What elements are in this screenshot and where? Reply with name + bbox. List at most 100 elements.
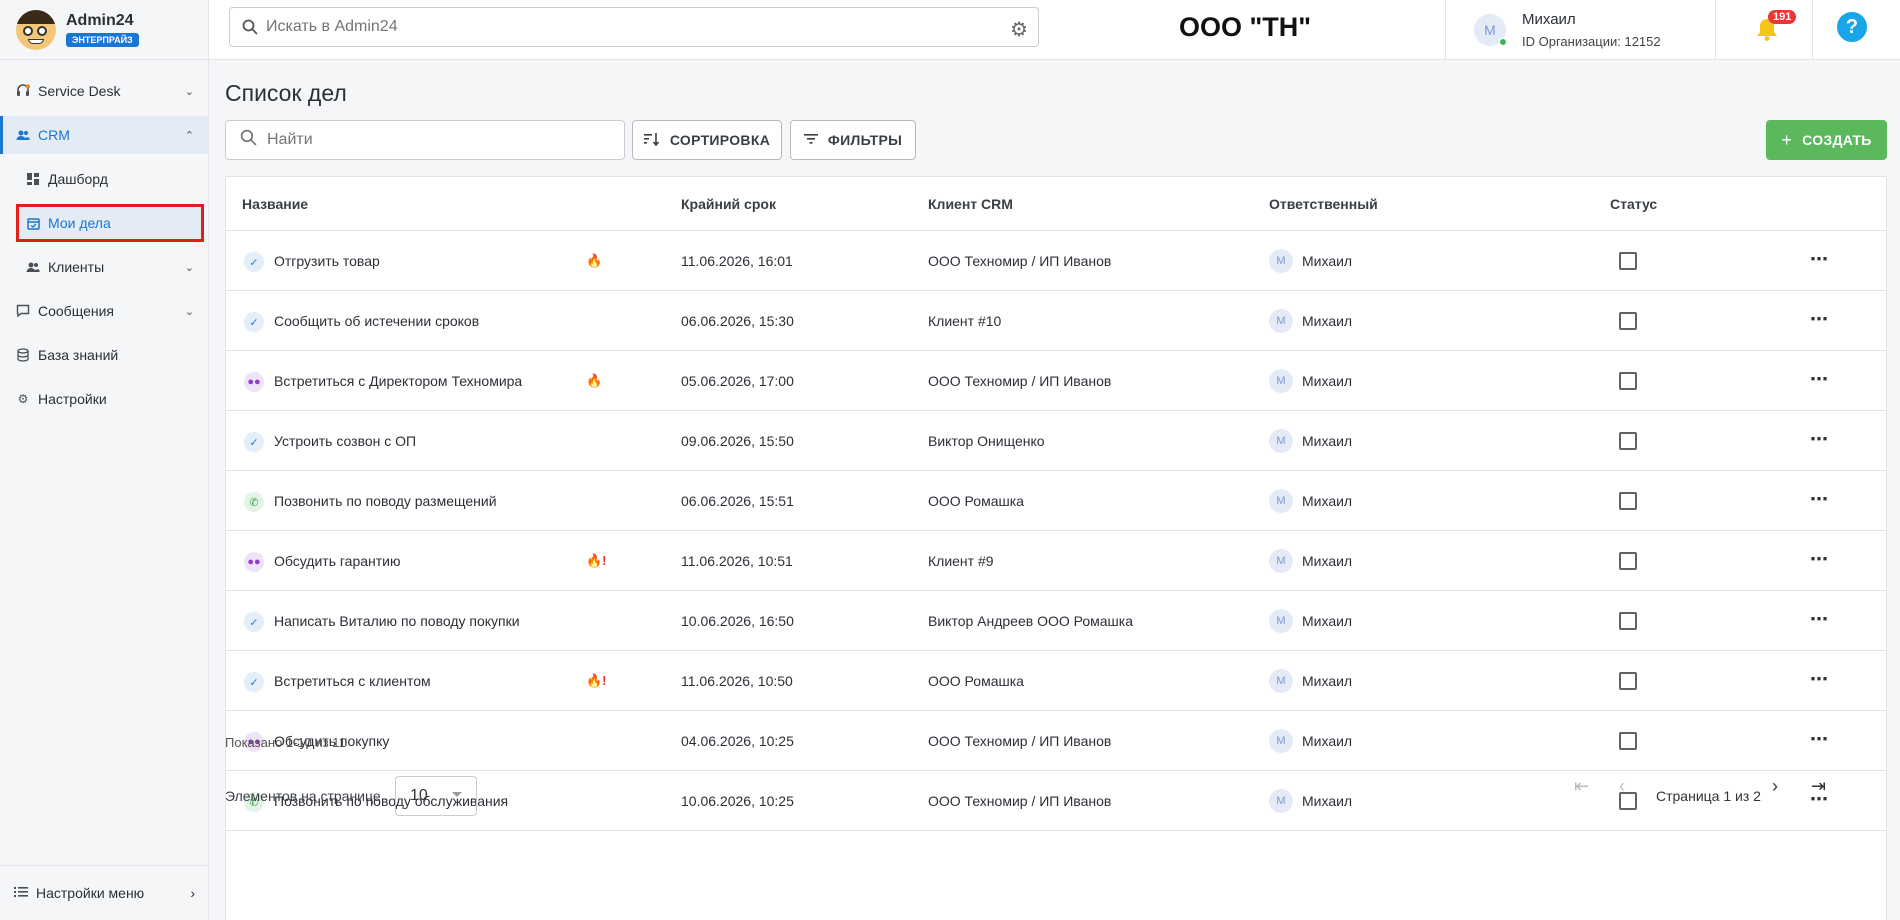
task-responsible: М Михаил: [1269, 249, 1352, 273]
last-page-icon[interactable]: ⇥: [1811, 776, 1826, 797]
sidebar-item-crm[interactable]: CRM ⌃: [0, 116, 208, 154]
status-checkbox[interactable]: [1619, 372, 1637, 390]
table-row[interactable]: ✓ Встретиться с клиентом 🔥! 11.06.2026, 10:…: [226, 651, 1886, 711]
prev-page-icon[interactable]: ‹: [1619, 776, 1625, 797]
status-checkbox[interactable]: [1619, 612, 1637, 630]
sidebar-item-clients[interactable]: Клиенты ⌄: [0, 248, 208, 286]
column-header-deadline[interactable]: Крайний срок: [681, 196, 776, 212]
task-name[interactable]: Обсудить гарантию: [274, 553, 401, 569]
per-page-select[interactable]: 10: [395, 776, 477, 816]
column-header-status[interactable]: Статус: [1610, 196, 1657, 212]
status-checkbox[interactable]: [1619, 492, 1637, 510]
sort-label: СОРТИРОВКА: [669, 132, 771, 148]
task-client[interactable]: Клиент #9: [928, 553, 994, 569]
responsible-name: Михаил: [1302, 493, 1353, 509]
table-row[interactable]: ●● Обсудить покупку 04.06.2026, 10:25 ООО Т…: [226, 711, 1886, 771]
task-client[interactable]: ООО Техномир / ИП Иванов: [928, 733, 1111, 749]
more-actions-icon[interactable]: ⋯: [1810, 249, 1829, 270]
avatar: М: [1269, 369, 1293, 393]
more-actions-icon[interactable]: ⋯: [1810, 429, 1829, 450]
table-row[interactable]: ✓ Написать Виталию по поводу покупки 10.06…: [226, 591, 1886, 651]
task-check-icon: ✓: [244, 612, 264, 632]
task-client[interactable]: Виктор Андреев ООО Ромашка: [928, 613, 1133, 629]
search-settings-gear-icon[interactable]: ⚙: [1010, 17, 1028, 42]
task-name[interactable]: Отгрузить товар: [274, 253, 380, 269]
responsible-name: Михаил: [1302, 253, 1353, 269]
task-name[interactable]: Устроить созвон с ОП: [274, 433, 416, 449]
list-search[interactable]: [225, 120, 625, 160]
first-page-icon[interactable]: ⇤: [1574, 776, 1589, 797]
task-responsible: М Михаил: [1269, 729, 1352, 753]
more-actions-icon[interactable]: ⋯: [1810, 309, 1829, 330]
task-client[interactable]: ООО Ромашка: [928, 493, 1024, 509]
page-indicator: Страница 1 из 2: [1656, 788, 1761, 804]
task-responsible: М Михаил: [1269, 489, 1352, 513]
sort-button[interactable]: СОРТИРОВКА: [632, 120, 782, 160]
sidebar-item-settings[interactable]: ⚙ Настройки: [0, 380, 208, 418]
task-client[interactable]: ООО Ромашка: [928, 673, 1024, 689]
task-client[interactable]: ООО Техномир / ИП Иванов: [928, 253, 1111, 269]
more-actions-icon[interactable]: ⋯: [1810, 549, 1829, 570]
filter-button[interactable]: ФИЛЬТРЫ: [790, 120, 916, 160]
notifications-button[interactable]: 191: [1715, 0, 1813, 60]
avatar: М: [1269, 669, 1293, 693]
user-profile[interactable]: М Михаил ID Организации: 12152: [1445, 0, 1715, 60]
users-icon: [16, 128, 30, 142]
sidebar-item-label: Мои дела: [48, 215, 111, 231]
brand[interactable]: Admin24 ЭНТЕРПРАЙЗ: [0, 0, 208, 60]
column-header-name[interactable]: Название: [242, 196, 308, 212]
task-client[interactable]: ООО Техномир / ИП Иванов: [928, 373, 1111, 389]
more-actions-icon[interactable]: ⋯: [1810, 669, 1829, 690]
status-checkbox[interactable]: [1619, 252, 1637, 270]
more-actions-icon[interactable]: ⋯: [1810, 609, 1829, 630]
status-checkbox[interactable]: [1619, 672, 1637, 690]
sidebar-item-dashboard[interactable]: Дашборд: [0, 160, 208, 198]
table-row[interactable]: ●● Обсудить гарантию 🔥! 11.06.2026, 10:51 Кл…: [226, 531, 1886, 591]
task-name[interactable]: Встретиться с клиентом: [274, 673, 431, 689]
task-name[interactable]: Позвонить по поводу размещений: [274, 493, 497, 509]
sidebar-item-knowledge-base[interactable]: База знаний: [0, 336, 208, 374]
table-row[interactable]: ●● Встретиться с Директором Техномира 🔥 05.…: [226, 351, 1886, 411]
column-header-client[interactable]: Клиент CRM: [928, 196, 1013, 212]
table-row[interactable]: ✆ Позвонить по поводу размещений 06.06.202…: [226, 471, 1886, 531]
menu-settings-button[interactable]: Настройки меню ›: [0, 865, 209, 920]
global-search[interactable]: ⚙: [229, 7, 1039, 47]
more-actions-icon[interactable]: ⋯: [1810, 729, 1829, 750]
create-button[interactable]: + СОЗДАТЬ: [1766, 120, 1887, 160]
task-responsible: М Михаил: [1269, 309, 1352, 333]
status-checkbox[interactable]: [1619, 552, 1637, 570]
table-row[interactable]: ✓ Отгрузить товар 🔥 11.06.2026, 16:01 ООО Те…: [226, 231, 1886, 291]
avatar: М: [1269, 729, 1293, 753]
avatar: М: [1269, 249, 1293, 273]
task-name[interactable]: Встретиться с Директором Техномира: [274, 373, 522, 389]
column-header-responsible[interactable]: Ответственный: [1269, 196, 1378, 212]
task-client[interactable]: Виктор Онищенко: [928, 433, 1045, 449]
responsible-name: Михаил: [1302, 733, 1353, 749]
status-checkbox[interactable]: [1619, 732, 1637, 750]
create-label: СОЗДАТЬ: [1802, 132, 1872, 148]
table-row[interactable]: ✓ Сообщить об истечении сроков 06.06.2026,…: [226, 291, 1886, 351]
task-client[interactable]: Клиент #10: [928, 313, 1001, 329]
task-client[interactable]: ООО Техномир / ИП Иванов: [928, 793, 1111, 809]
priority-fire-icon: 🔥: [586, 253, 603, 268]
sidebar-item-service-desk[interactable]: Service Desk ⌄: [0, 72, 208, 110]
sidebar-item-my-tasks[interactable]: Мои дела: [16, 204, 204, 242]
global-search-input[interactable]: [266, 18, 1006, 36]
more-actions-icon[interactable]: ⋯: [1810, 489, 1829, 510]
list-search-input[interactable]: [267, 131, 607, 149]
sidebar-item-label: База знаний: [38, 347, 119, 363]
help-icon[interactable]: ?: [1837, 12, 1867, 42]
table-row[interactable]: ✓ Устроить созвон с ОП 09.06.2026, 15:50 Ви…: [226, 411, 1886, 471]
status-checkbox[interactable]: [1619, 432, 1637, 450]
task-name[interactable]: Сообщить об истечении сроков: [274, 313, 479, 329]
table-header: Название Крайний срок Клиент CRM Ответст…: [226, 177, 1886, 231]
search-icon: [242, 19, 258, 35]
list-icon: [14, 885, 28, 901]
task-name[interactable]: Написать Виталию по поводу покупки: [274, 613, 520, 629]
sidebar-item-messages[interactable]: Сообщения ⌄: [0, 292, 208, 330]
status-checkbox[interactable]: [1619, 312, 1637, 330]
main-content: Список дел СОРТИРОВКА ФИЛЬТРЫ + СОЗДАТЬ …: [209, 60, 1900, 920]
task-responsible: М Михаил: [1269, 609, 1352, 633]
more-actions-icon[interactable]: ⋯: [1810, 369, 1829, 390]
next-page-icon[interactable]: ›: [1772, 776, 1778, 797]
